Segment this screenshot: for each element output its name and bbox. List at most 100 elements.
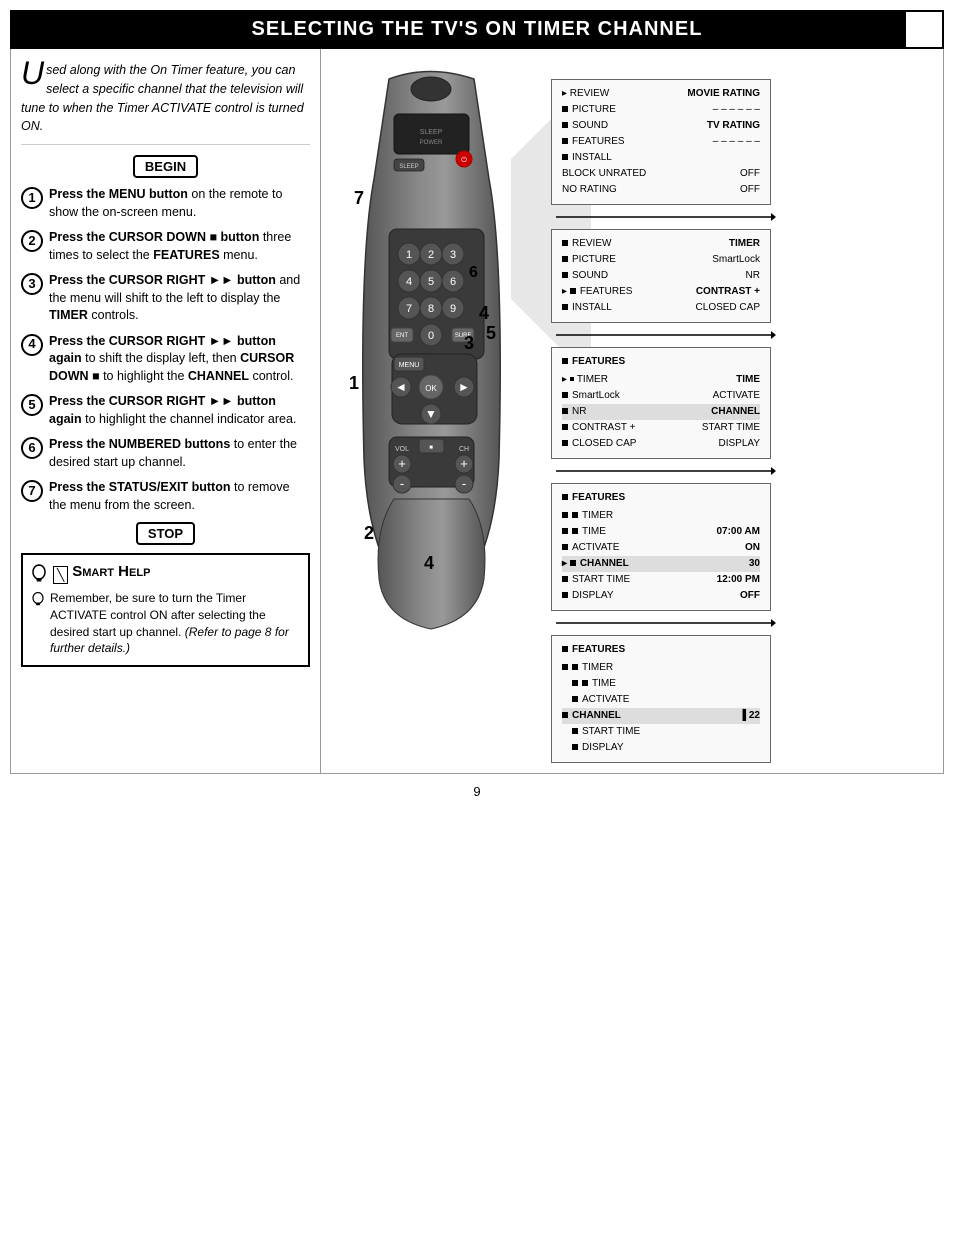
svg-text:7: 7 (405, 303, 411, 315)
screen5-header: FEATURES (562, 642, 760, 658)
step-2-number: 2 (21, 230, 43, 252)
screen4-row-display: DISPLAY OFF (562, 588, 760, 604)
svg-text:8: 8 (427, 303, 433, 315)
screen1-row-review: ▸ REVIEW MOVIE RATING (562, 86, 760, 102)
screen1-row-block: BLOCK UNRATED OFF (562, 166, 760, 182)
svg-text:+: + (398, 456, 406, 471)
screen3-row-closedcap: CLOSED CAP DISPLAY (562, 436, 760, 452)
svg-text:6: 6 (449, 276, 455, 288)
connector-arrow-4 (556, 619, 776, 627)
page-title: Selecting the TV's On Timer Channel (252, 18, 703, 40)
screen1-row-picture: PICTURE – – – – – – (562, 102, 760, 118)
svg-text:▼: ▼ (425, 407, 437, 421)
step-2: 2 Press the CURSOR DOWN ■ button three t… (21, 229, 310, 264)
svg-text:◄: ◄ (395, 380, 407, 394)
svg-text:OK: OK (425, 384, 437, 393)
step-1: 1 Press the MENU button on the remote to… (21, 186, 310, 221)
svg-text:4: 4 (479, 303, 489, 323)
screen4-row-activate: ACTIVATE ON (562, 540, 760, 556)
svg-text:6: 6 (469, 264, 478, 281)
intro-text: U sed along with the On Timer feature, y… (21, 61, 310, 145)
screen5-row-display: DISPLAY (562, 740, 760, 756)
svg-text:SLEEP: SLEEP (399, 164, 418, 170)
svg-text:0: 0 (427, 330, 433, 342)
lightbulb-small-icon (31, 592, 45, 610)
right-panel: SLEEP POWER ⏻ SLEEP 7 1 (321, 49, 943, 773)
screen3-header: FEATURES (562, 354, 760, 370)
step-5-number: 5 (21, 394, 43, 416)
connector-arrow-2 (556, 331, 776, 339)
svg-text:CH: CH (458, 446, 468, 453)
svg-text:3: 3 (464, 333, 474, 353)
screens-container: ▸ REVIEW MOVIE RATING PICTURE – – – – – … (541, 79, 933, 763)
svg-text:POWER: POWER (419, 140, 442, 146)
screen-3: FEATURES ▸ TIMER TIME SmartLock ACTIVATE… (551, 347, 771, 459)
svg-text:4: 4 (405, 276, 411, 288)
step-6-number: 6 (21, 437, 43, 459)
screen5-row-activate: ACTIVATE (562, 692, 760, 708)
step-4: 4 Press the CURSOR RIGHT ►► button again… (21, 333, 310, 386)
screen2-row-install: INSTALL CLOSED CAP (562, 300, 760, 316)
screen5-row-starttime: START TIME (562, 724, 760, 740)
svg-text:9: 9 (449, 303, 455, 315)
screen4-row-timer: TIMER (562, 508, 760, 524)
arrow-3-to-4 (556, 467, 933, 475)
screen5-row-time: TIME (562, 676, 760, 692)
svg-text:■: ■ (429, 445, 433, 451)
screen3-row-contrast: CONTRAST + START TIME (562, 420, 760, 436)
arrow-2-to-3 (556, 331, 933, 339)
header-corner-box (904, 10, 944, 49)
step-7-number: 7 (21, 480, 43, 502)
screen-2: REVIEW TIMER PICTURE SmartLock SOUND NR (551, 229, 771, 323)
screen5-row-channel: CHANNEL ▐ 22 (562, 708, 760, 724)
step-5-text: Press the CURSOR RIGHT ►► button again t… (49, 393, 310, 428)
diagonal-icon: ╲ (53, 566, 68, 584)
steps-list: 1 Press the MENU button on the remote to… (21, 186, 310, 514)
smart-help-title: Smart Help (72, 563, 150, 580)
svg-text:ENT: ENT (396, 333, 408, 339)
step-6: 6 Press the NUMBERED buttons to enter th… (21, 436, 310, 471)
svg-text:VOL: VOL (394, 446, 408, 453)
page-wrapper: Selecting the TV's On Timer Channel U se… (0, 10, 954, 1245)
step-6-text: Press the NUMBERED buttons to enter the … (49, 436, 310, 471)
step-3: 3 Press the CURSOR RIGHT ►► button and t… (21, 272, 310, 325)
svg-text:2: 2 (364, 523, 374, 543)
screen-5: FEATURES TIMER TIME ACTIVATE CHANNEL ▐ 2… (551, 635, 771, 763)
begin-button[interactable]: BEGIN (133, 155, 198, 178)
screen5-row-timer: TIMER (562, 660, 760, 676)
step-2-text: Press the CURSOR DOWN ■ button three tim… (49, 229, 310, 264)
screen3-row-nr: NR CHANNEL (562, 404, 760, 420)
screen3-row-smartlock: SmartLock ACTIVATE (562, 388, 760, 404)
remote-step7-label: 7 (354, 188, 364, 208)
step-7-text: Press the STATUS/EXIT button to remove t… (49, 479, 310, 514)
step-3-number: 3 (21, 273, 43, 295)
connector-arrow-3 (556, 467, 776, 475)
svg-text:-: - (399, 476, 403, 491)
arrow-4-to-5 (556, 619, 933, 627)
svg-text:5: 5 (427, 276, 433, 288)
screen1-row-norating: NO RATING OFF (562, 182, 760, 198)
arrow-1-to-2 (556, 213, 933, 221)
screen2-row-sound: SOUND NR (562, 268, 760, 284)
svg-text:MENU: MENU (398, 362, 419, 369)
screen2-row-features: ▸ FEATURES CONTRAST + (562, 284, 760, 300)
step-1-text: Press the MENU button on the remote to s… (49, 186, 310, 221)
page-header: Selecting the TV's On Timer Channel (10, 10, 944, 49)
screen1-row-sound: SOUND TV RATING (562, 118, 760, 134)
screen-4: FEATURES TIMER TIME 07:00 AM ACTIVATE ON… (551, 483, 771, 611)
svg-text:5: 5 (486, 323, 496, 343)
screen1-row-install: INSTALL (562, 150, 760, 166)
step-3-text: Press the CURSOR RIGHT ►► button and the… (49, 272, 310, 325)
step-5: 5 Press the CURSOR RIGHT ►► button again… (21, 393, 310, 428)
smart-help-text: Remember, be sure to turn the Timer ACTI… (50, 590, 300, 657)
screen3-row-timer: ▸ TIMER TIME (562, 372, 760, 388)
step-1-number: 1 (21, 187, 43, 209)
remote-area: SLEEP POWER ⏻ SLEEP 7 1 (331, 59, 531, 763)
stop-button[interactable]: STOP (136, 522, 195, 545)
svg-text:SLEEP: SLEEP (419, 129, 442, 136)
drop-cap: U (21, 61, 44, 87)
svg-text:-: - (461, 476, 465, 491)
screen4-row-time: TIME 07:00 AM (562, 524, 760, 540)
svg-text:1: 1 (405, 249, 411, 261)
screen1-row-features: FEATURES – – – – – – (562, 134, 760, 150)
